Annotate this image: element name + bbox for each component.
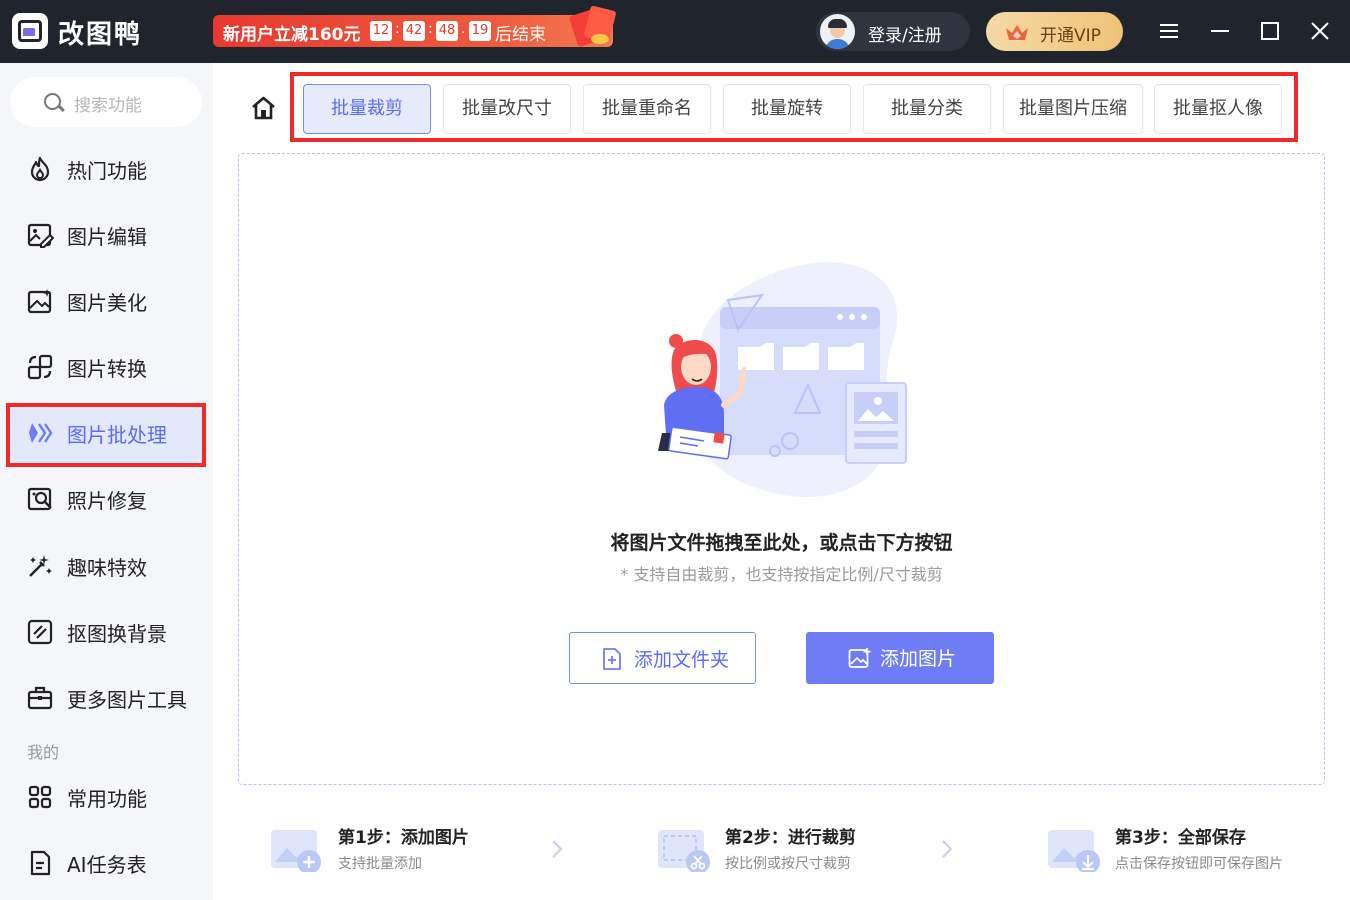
sidebar-item-label: 更多图片工具 [67, 688, 187, 712]
step-3: 第3步：全部保存 点击保存按钮即可保存图片 [1048, 820, 1350, 880]
title-bar: 改图鸭 新用户立减160元 12 : 42 : 48 . 19 后结束 登录/注… [0, 0, 1350, 63]
sidebar-item-image-convert[interactable]: 图片转换 [6, 337, 206, 395]
vip-label: 开通VIP [1040, 26, 1101, 46]
sidebar-item-label: 抠图换背景 [67, 622, 167, 646]
add-image-step-icon [271, 830, 321, 872]
step-title: 第1步：添加图片 [338, 828, 469, 848]
promo-text: 新用户立减160元 [223, 25, 361, 45]
chevron-right-icon [552, 840, 563, 858]
sidebar-item-image-beautify[interactable]: 图片美化 [6, 271, 206, 329]
search-placeholder: 搜索功能 [74, 96, 142, 116]
sidebar-item-label: 热门功能 [67, 159, 147, 183]
step-2: 第2步：进行裁剪 按比例或按尺寸裁剪 [658, 820, 978, 880]
drop-zone-title: 将图片文件拖拽至此处，或点击下方按钮 [610, 532, 953, 554]
app-logo-icon [12, 13, 48, 49]
sidebar-item-cutout[interactable]: 抠图换背景 [6, 602, 206, 660]
red-packet-icon [568, 5, 617, 48]
save-step-icon [1048, 830, 1100, 872]
countdown-minutes: 42 [403, 21, 425, 41]
login-label: 登录/注册 [868, 26, 942, 46]
close-icon[interactable] [1307, 18, 1333, 44]
step-1: 第1步：添加图片 支持批量添加 [271, 820, 591, 880]
minimize-icon[interactable] [1207, 18, 1233, 44]
chevron-right-icon [942, 840, 953, 858]
home-icon[interactable] [250, 95, 277, 121]
sidebar-item-more-tools[interactable]: 更多图片工具 [6, 668, 206, 726]
sidebar-item-photo-repair[interactable]: 照片修复 [6, 469, 206, 527]
step-title: 第3步：全部保存 [1115, 828, 1246, 848]
login-button[interactable]: 登录/注册 [816, 12, 970, 51]
tab-batch-portrait-cutout[interactable]: 批量抠人像 [1154, 84, 1282, 134]
tab-batch-resize[interactable]: 批量改尺寸 [443, 84, 571, 134]
step-desc: 点击保存按钮即可保存图片 [1115, 856, 1283, 872]
image-beautify-icon [27, 289, 52, 314]
add-folder-label: 添加文件夹 [634, 649, 730, 671]
step-desc: 按比例或按尺寸裁剪 [725, 856, 851, 872]
app-name: 改图鸭 [58, 20, 143, 50]
sidebar-item-ai-tasks[interactable]: AI任务表 [6, 833, 206, 891]
sidebar-item-label: AI任务表 [67, 853, 147, 877]
document-icon [30, 850, 51, 876]
sidebar-item-label: 图片批处理 [67, 423, 167, 447]
vip-button[interactable]: 开通VIP [986, 12, 1123, 51]
countdown-centis: 19 [469, 21, 491, 41]
crop-step-icon [658, 830, 710, 872]
search-input[interactable]: 搜索功能 [10, 77, 202, 127]
batch-icon [29, 423, 53, 443]
sidebar-item-label: 图片编辑 [67, 225, 147, 249]
step-desc: 支持批量添加 [338, 856, 422, 872]
menu-icon[interactable] [1157, 18, 1183, 44]
add-file-icon [603, 648, 621, 670]
toolbox-icon [27, 686, 53, 710]
cutout-icon [27, 619, 53, 645]
sidebar-item-label: 图片转换 [67, 357, 147, 381]
avatar [820, 14, 855, 49]
sidebar-item-label: 图片美化 [67, 291, 147, 315]
countdown-seconds: 48 [436, 21, 458, 41]
crown-icon [1006, 25, 1028, 40]
upload-illustration [658, 262, 907, 498]
search-icon [44, 93, 61, 110]
sidebar-item-hot[interactable]: 热门功能 [6, 139, 206, 197]
step-title: 第2步：进行裁剪 [725, 828, 856, 848]
tab-batch-rename[interactable]: 批量重命名 [583, 84, 711, 134]
promo-banner[interactable]: 新用户立减160元 12 : 42 : 48 . 19 后结束 [213, 5, 617, 48]
sidebar-item-label: 常用功能 [67, 787, 147, 811]
promo-suffix: 后结束 [495, 25, 546, 45]
sidebar-item-batch[interactable]: 图片批处理 [6, 403, 206, 467]
countdown-hours: 12 [370, 21, 392, 41]
sidebar-item-label: 照片修复 [67, 489, 147, 513]
tab-batch-rotate[interactable]: 批量旋转 [723, 84, 851, 134]
tab-batch-crop[interactable]: 批量裁剪 [303, 84, 431, 134]
add-image-icon [848, 648, 871, 668]
grid-icon [28, 785, 52, 809]
convert-icon [27, 354, 53, 380]
image-edit-icon [27, 223, 54, 248]
sidebar-item-favorites[interactable]: 常用功能 [6, 767, 206, 825]
drop-zone-subtitle: * 支持自由裁剪，也支持按指定比例/尺寸裁剪 [620, 565, 943, 584]
tab-batch-compress[interactable]: 批量图片压缩 [1003, 84, 1143, 134]
photo-repair-icon [27, 487, 52, 511]
sidebar-item-image-edit[interactable]: 图片编辑 [6, 205, 206, 263]
tab-batch-classify[interactable]: 批量分类 [863, 84, 991, 134]
maximize-icon[interactable] [1257, 18, 1283, 44]
sidebar: 搜索功能 热门功能 图片编辑 图片美化 图片转换 图片批处理 照片修复 趣味特效… [0, 63, 213, 900]
add-image-button[interactable]: 添加图片 [806, 632, 994, 684]
add-folder-button[interactable]: 添加文件夹 [569, 632, 756, 684]
fire-icon [30, 156, 50, 182]
section-label-mine: 我的 [27, 743, 60, 762]
add-image-label: 添加图片 [880, 648, 957, 670]
